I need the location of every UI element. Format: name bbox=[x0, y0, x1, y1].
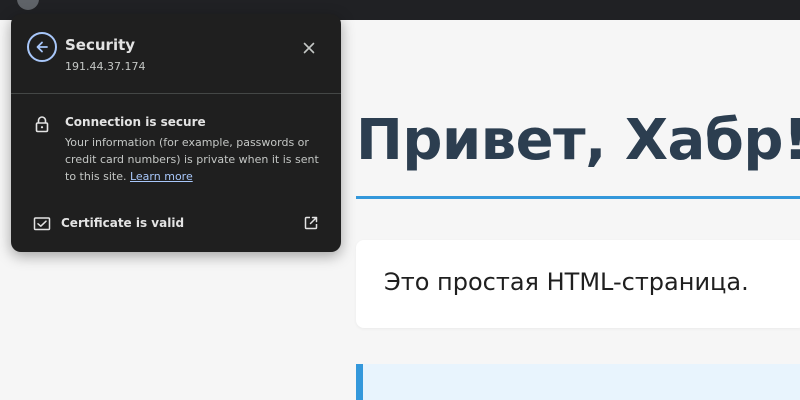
heading-underline bbox=[356, 196, 800, 199]
info-box bbox=[356, 364, 800, 400]
back-button[interactable] bbox=[27, 32, 57, 62]
close-button[interactable] bbox=[299, 38, 319, 58]
learn-more-link[interactable]: Learn more bbox=[130, 170, 193, 183]
certificate-row[interactable]: Certificate is valid bbox=[11, 210, 341, 238]
certificate-label: Certificate is valid bbox=[61, 216, 185, 230]
page-heading: Привет, Хабр! bbox=[356, 108, 800, 173]
back-arrow-icon bbox=[36, 41, 48, 53]
external-link-icon bbox=[304, 216, 318, 230]
close-icon bbox=[303, 42, 315, 54]
popup-divider bbox=[11, 93, 341, 94]
security-popup: Security 191.44.37.174 Connection is sec… bbox=[11, 14, 341, 252]
content-text: Это простая HTML-страница. bbox=[384, 268, 749, 296]
connection-status-title: Connection is secure bbox=[65, 115, 206, 129]
popup-title: Security bbox=[65, 36, 136, 54]
lock-icon bbox=[35, 116, 49, 133]
connection-description: Your information (for example, passwords… bbox=[65, 134, 325, 185]
site-ip-address: 191.44.37.174 bbox=[65, 60, 146, 73]
site-info-icon[interactable] bbox=[17, 0, 39, 10]
certificate-icon bbox=[33, 217, 51, 231]
